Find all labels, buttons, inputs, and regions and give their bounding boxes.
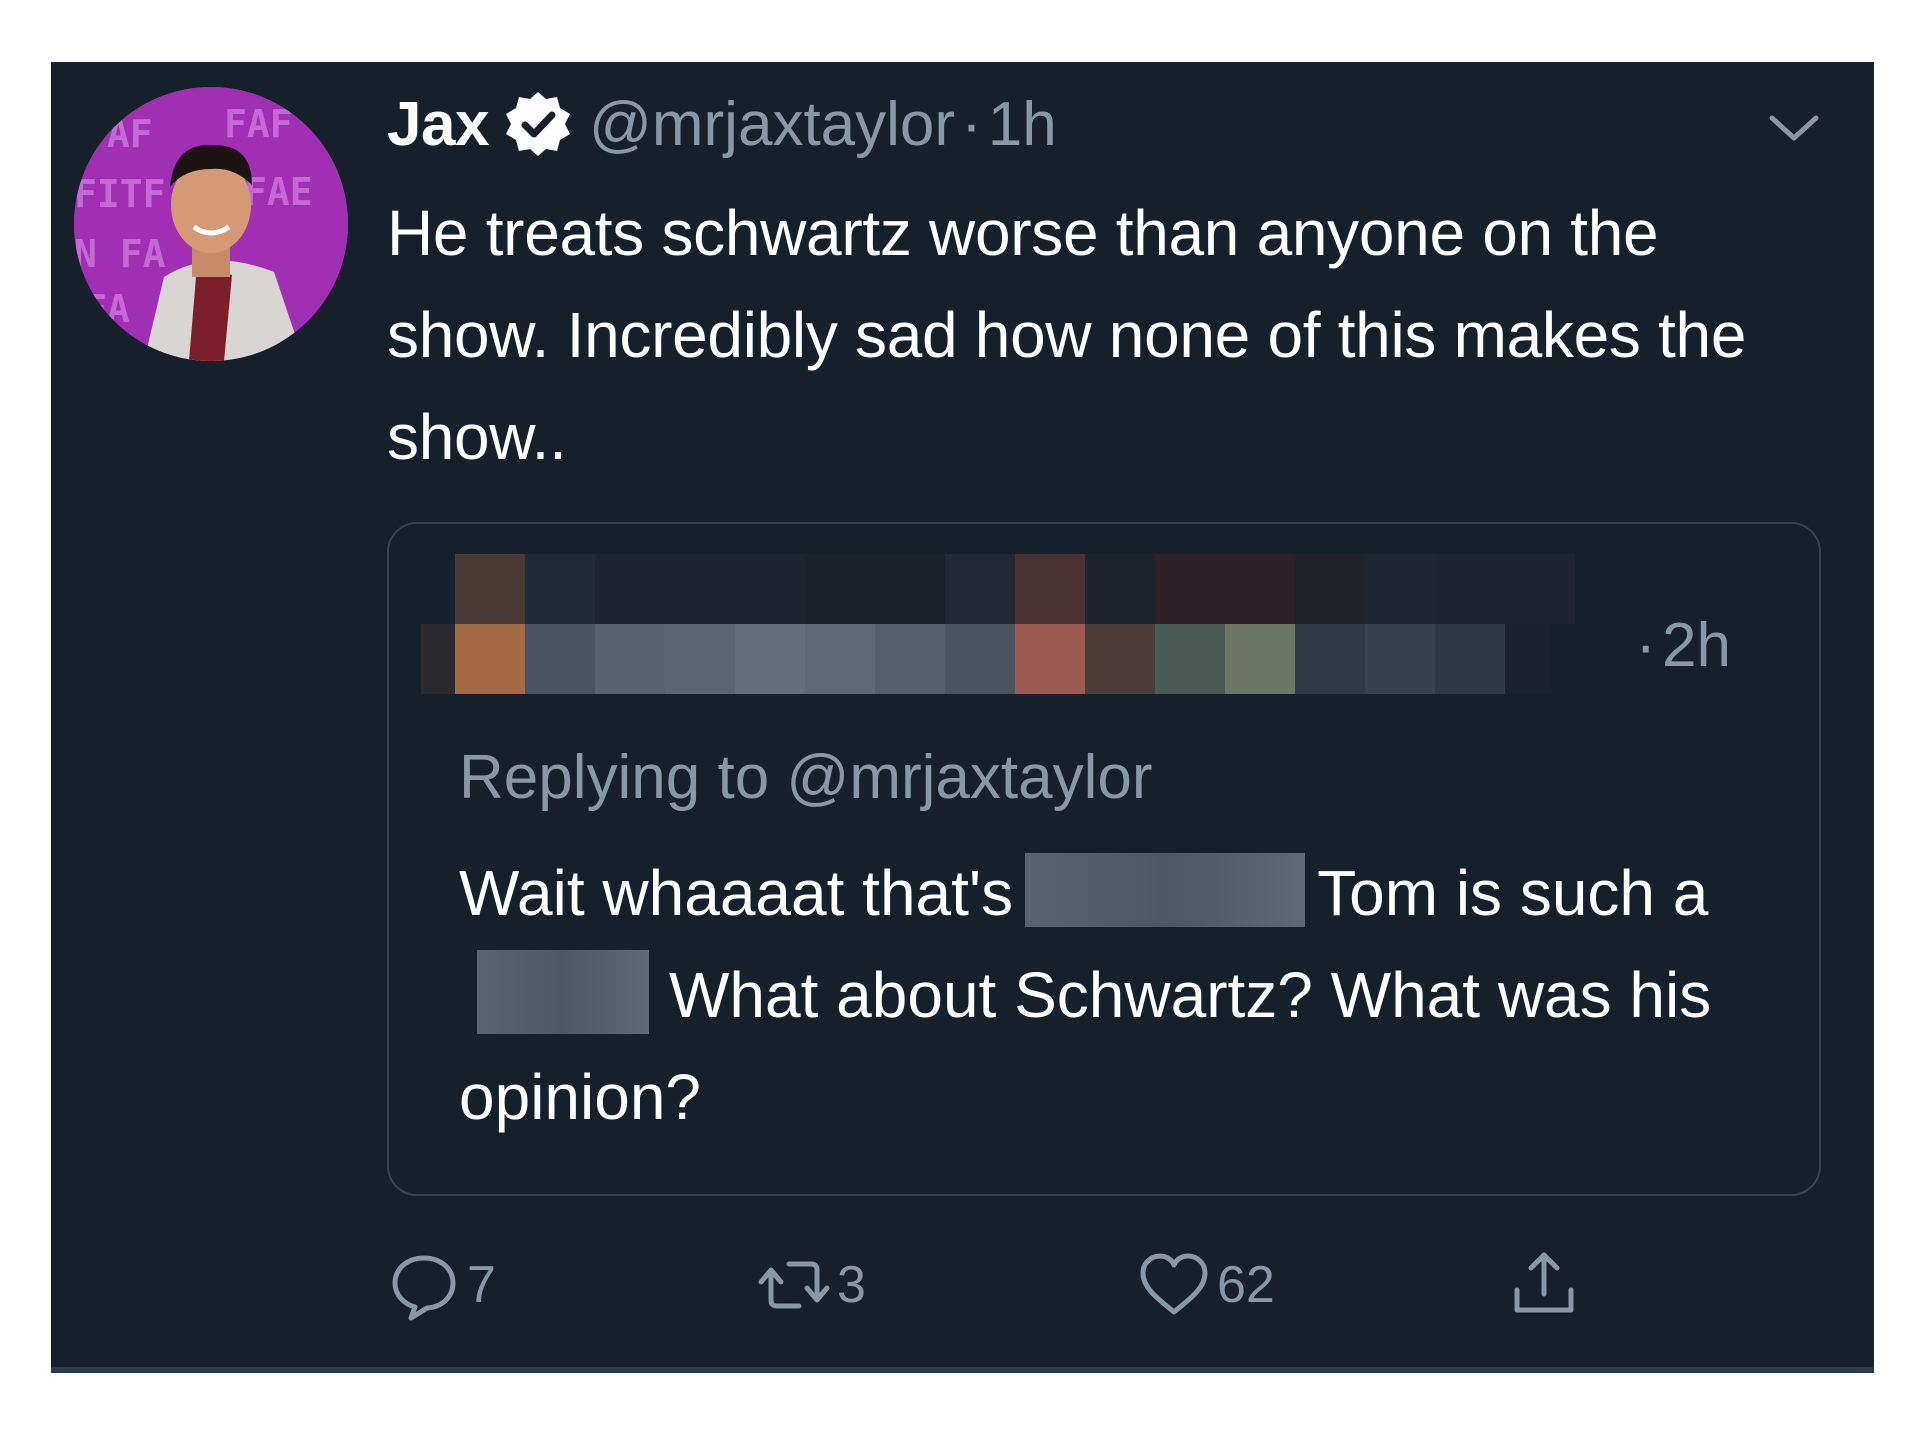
separator-dot: · [961, 89, 982, 159]
heart-icon [1140, 1253, 1208, 1315]
svg-text:FAE: FAE [244, 170, 313, 214]
redacted-pixels-bottom [421, 624, 1551, 694]
like-count: 62 [1217, 1256, 1275, 1314]
separator-dot: · [1635, 610, 1657, 680]
svg-text:FITF: FITF [74, 172, 166, 216]
bottom-divider [51, 1367, 1874, 1373]
redacted-pixels-top [455, 554, 1575, 624]
tweet-text: He treats schwartz worse than anyone on … [387, 197, 1747, 473]
svg-text:FAF: FAF [84, 112, 153, 156]
avatar[interactable]: FAF FAF FITF FAE N FA FA [74, 87, 348, 361]
quoted-text-part2: Tom is such a [1317, 857, 1709, 929]
svg-text:FAF: FAF [224, 102, 293, 146]
quoted-text: Wait whaaaat that's Tom is such aWhat abo… [459, 842, 1789, 1148]
retweet-button[interactable]: 3 [757, 1240, 866, 1330]
verified-badge-icon [503, 89, 573, 159]
share-button[interactable] [1507, 1240, 1587, 1330]
redacted-word [477, 950, 649, 1035]
tweet-timestamp[interactable]: 1h [988, 89, 1057, 160]
redacted-word [1025, 853, 1306, 928]
chevron-down-icon[interactable] [1766, 108, 1822, 148]
like-button[interactable]: 62 [1137, 1240, 1275, 1330]
share-icon [1514, 1252, 1574, 1313]
replying-to[interactable]: Replying to @mrjaxtaylor [459, 742, 1153, 813]
display-name[interactable]: Jax [387, 89, 489, 160]
tweet-header: Jax @mrjaxtaylor · 1h [387, 84, 1057, 164]
tweet-card[interactable]: FAF FAF FITF FAE N FA FA Jax @mrjaxtaylo… [51, 62, 1874, 1373]
retweet-count: 3 [837, 1256, 866, 1314]
quoted-time[interactable]: · 2h [1635, 610, 1731, 680]
reply-count: 7 [467, 1256, 496, 1314]
user-handle[interactable]: @mrjaxtaylor [589, 89, 955, 160]
svg-text:FA: FA [84, 287, 130, 331]
profile-photo: FAF FAF FITF FAE N FA FA [74, 87, 348, 361]
quoted-tweet[interactable]: · 2h Replying to @mrjaxtaylor Wait whaaa… [387, 522, 1821, 1196]
reply-icon [392, 1255, 456, 1321]
quoted-timestamp[interactable]: 2h [1662, 610, 1731, 681]
retweet-icon [758, 1261, 830, 1309]
reply-button[interactable]: 7 [387, 1240, 496, 1330]
quoted-author-redacted [421, 554, 1575, 694]
svg-text:N FA: N FA [74, 232, 166, 276]
action-bar: 7 3 62 [387, 1240, 1687, 1330]
quoted-text-part1: Wait whaaaat that's [459, 857, 1014, 929]
